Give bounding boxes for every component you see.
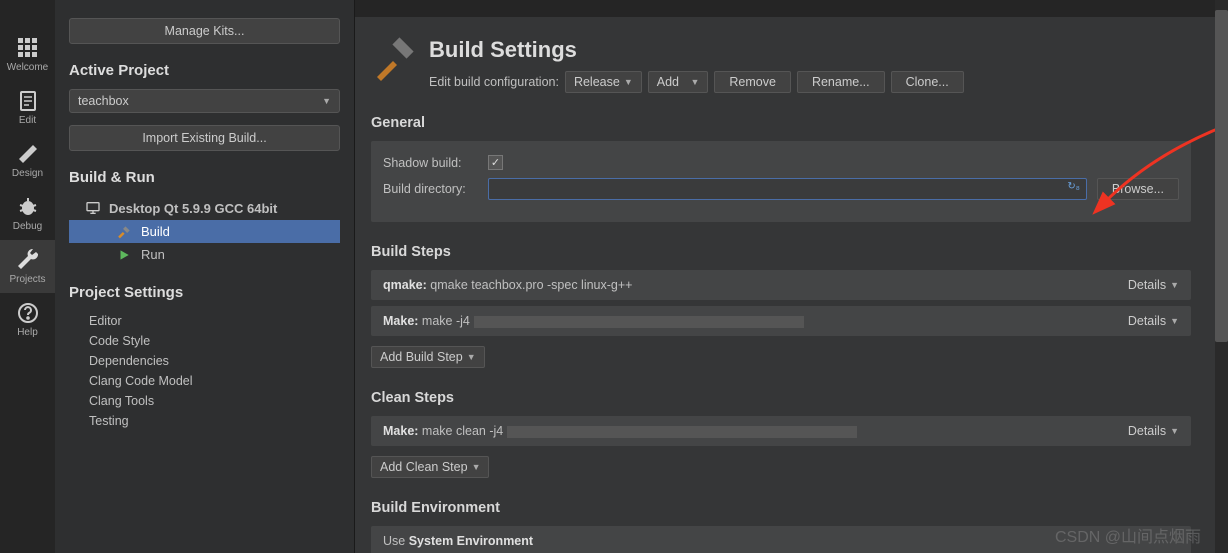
monitor-icon bbox=[85, 200, 101, 216]
settings-item-codestyle[interactable]: Code Style bbox=[89, 331, 340, 351]
clean-make-step: Make: make clean -j4 Details ▼ bbox=[371, 416, 1191, 446]
remove-config-button[interactable]: Remove bbox=[714, 71, 791, 93]
scroll-thumb[interactable] bbox=[1215, 10, 1228, 342]
build-label: Build bbox=[141, 224, 170, 239]
combo-value: teachbox bbox=[78, 94, 129, 108]
kit-label: Desktop Qt 5.9.9 GCC 64bit bbox=[109, 201, 277, 216]
chevron-down-icon: ▼ bbox=[472, 462, 481, 472]
run-node[interactable]: Run bbox=[69, 243, 340, 266]
edit-config-label: Edit build configuration: bbox=[429, 75, 559, 89]
project-panel: Manage Kits... Active Project teachbox ▼… bbox=[55, 0, 355, 553]
settings-item-testing[interactable]: Testing bbox=[89, 411, 340, 431]
build-run-heading: Build & Run bbox=[69, 169, 340, 186]
project-settings-list: Editor Code Style Dependencies Clang Cod… bbox=[69, 311, 340, 431]
pencil-icon bbox=[16, 142, 40, 166]
build-dir-input[interactable]: ↻₈ bbox=[488, 178, 1087, 200]
settings-item-clang-model[interactable]: Clang Code Model bbox=[89, 371, 340, 391]
page-title: Build Settings bbox=[429, 37, 1191, 63]
title-bar bbox=[355, 0, 1215, 17]
grid-icon bbox=[16, 36, 40, 60]
sidebar-debug[interactable]: Debug bbox=[0, 187, 55, 240]
chevron-down-icon: ▼ bbox=[1170, 316, 1179, 326]
rename-config-button[interactable]: Rename... bbox=[797, 71, 885, 93]
kit-item[interactable]: Desktop Qt 5.9.9 GCC 64bit bbox=[69, 196, 340, 220]
chevron-down-icon: ▼ bbox=[1170, 426, 1179, 436]
qmake-step: qmake: qmake teachbox.pro -spec linux-g+… bbox=[371, 270, 1191, 300]
settings-item-editor[interactable]: Editor bbox=[89, 311, 340, 331]
sidebar-edit[interactable]: Edit bbox=[0, 81, 55, 134]
qmake-label: qmake: bbox=[383, 278, 427, 292]
sidebar-help[interactable]: Help bbox=[0, 293, 55, 346]
clone-config-button[interactable]: Clone... bbox=[891, 71, 964, 93]
watermark: CSDN @山间点烟雨 bbox=[1055, 523, 1201, 547]
details-toggle[interactable]: Details ▼ bbox=[1128, 278, 1179, 292]
add-config-button[interactable]: Add ▼ bbox=[648, 71, 709, 93]
active-project-heading: Active Project bbox=[69, 62, 340, 79]
mode-sidebar: Welcome Edit Design Debug Projects Help bbox=[0, 0, 55, 553]
hammer-icon bbox=[371, 37, 419, 85]
add-clean-step-button[interactable]: Add Clean Step ▼ bbox=[371, 456, 489, 478]
details-toggle[interactable]: Details ▼ bbox=[1128, 314, 1179, 328]
redacted-text bbox=[507, 426, 857, 438]
run-label: Run bbox=[141, 247, 165, 262]
active-project-combo[interactable]: teachbox ▼ bbox=[69, 89, 340, 113]
general-heading: General bbox=[371, 115, 1191, 131]
build-node[interactable]: Build bbox=[69, 220, 340, 243]
document-icon bbox=[16, 89, 40, 113]
variable-icon[interactable]: ↻₈ bbox=[1067, 181, 1080, 192]
chevron-down-icon: ▼ bbox=[467, 352, 476, 362]
redacted-text bbox=[474, 316, 804, 328]
sidebar-label: Help bbox=[17, 327, 38, 338]
chevron-down-icon: ▼ bbox=[1170, 280, 1179, 290]
env-value: System Environment bbox=[409, 534, 533, 548]
manage-kits-button[interactable]: Manage Kits... bbox=[69, 18, 340, 44]
wrench-icon bbox=[16, 248, 40, 272]
general-panel: Shadow build: ✓ Build directory: ↻₈ Brow… bbox=[371, 141, 1191, 222]
build-settings-content: Build Settings Edit build configuration:… bbox=[355, 17, 1215, 553]
import-build-button[interactable]: Import Existing Build... bbox=[69, 125, 340, 151]
build-steps-heading: Build Steps bbox=[371, 244, 1191, 260]
sidebar-label: Projects bbox=[9, 274, 45, 285]
sidebar-design[interactable]: Design bbox=[0, 134, 55, 187]
build-env-heading: Build Environment bbox=[371, 500, 1191, 516]
add-build-step-button[interactable]: Add Build Step ▼ bbox=[371, 346, 485, 368]
sidebar-welcome[interactable]: Welcome bbox=[0, 28, 55, 81]
make-label: Make: bbox=[383, 314, 418, 328]
use-label: Use bbox=[383, 534, 405, 548]
hammer-icon bbox=[117, 225, 131, 239]
shadow-build-label: Shadow build: bbox=[383, 156, 478, 170]
help-icon bbox=[16, 301, 40, 325]
play-icon bbox=[117, 248, 131, 262]
chevron-down-icon: ▼ bbox=[624, 77, 633, 87]
details-toggle[interactable]: Details ▼ bbox=[1128, 424, 1179, 438]
make-step: Make: make -j4 Details ▼ bbox=[371, 306, 1191, 336]
config-combo[interactable]: Release ▼ bbox=[565, 71, 642, 93]
clean-make-cmd: make clean -j4 bbox=[422, 424, 503, 438]
clean-steps-heading: Clean Steps bbox=[371, 390, 1191, 406]
project-settings-heading: Project Settings bbox=[69, 284, 340, 301]
settings-item-dependencies[interactable]: Dependencies bbox=[89, 351, 340, 371]
qmake-cmd: qmake teachbox.pro -spec linux-g++ bbox=[430, 278, 632, 292]
chevron-down-icon: ▼ bbox=[322, 96, 331, 106]
shadow-build-checkbox[interactable]: ✓ bbox=[488, 155, 503, 170]
chevron-down-icon: ▼ bbox=[690, 77, 699, 87]
scrollbar[interactable] bbox=[1215, 0, 1228, 553]
sidebar-label: Edit bbox=[19, 115, 36, 126]
kit-tree: Desktop Qt 5.9.9 GCC 64bit Build Run bbox=[69, 196, 340, 266]
browse-button[interactable]: Browse... bbox=[1097, 178, 1179, 200]
build-dir-label: Build directory: bbox=[383, 182, 478, 196]
clean-make-label: Make: bbox=[383, 424, 418, 438]
sidebar-label: Design bbox=[12, 168, 43, 179]
sidebar-label: Debug bbox=[13, 221, 42, 232]
sidebar-projects[interactable]: Projects bbox=[0, 240, 55, 293]
settings-item-clang-tools[interactable]: Clang Tools bbox=[89, 391, 340, 411]
sidebar-label: Welcome bbox=[7, 62, 49, 73]
main-area: Build Settings Edit build configuration:… bbox=[355, 0, 1215, 553]
make-cmd: make -j4 bbox=[422, 314, 470, 328]
bug-icon bbox=[16, 195, 40, 219]
